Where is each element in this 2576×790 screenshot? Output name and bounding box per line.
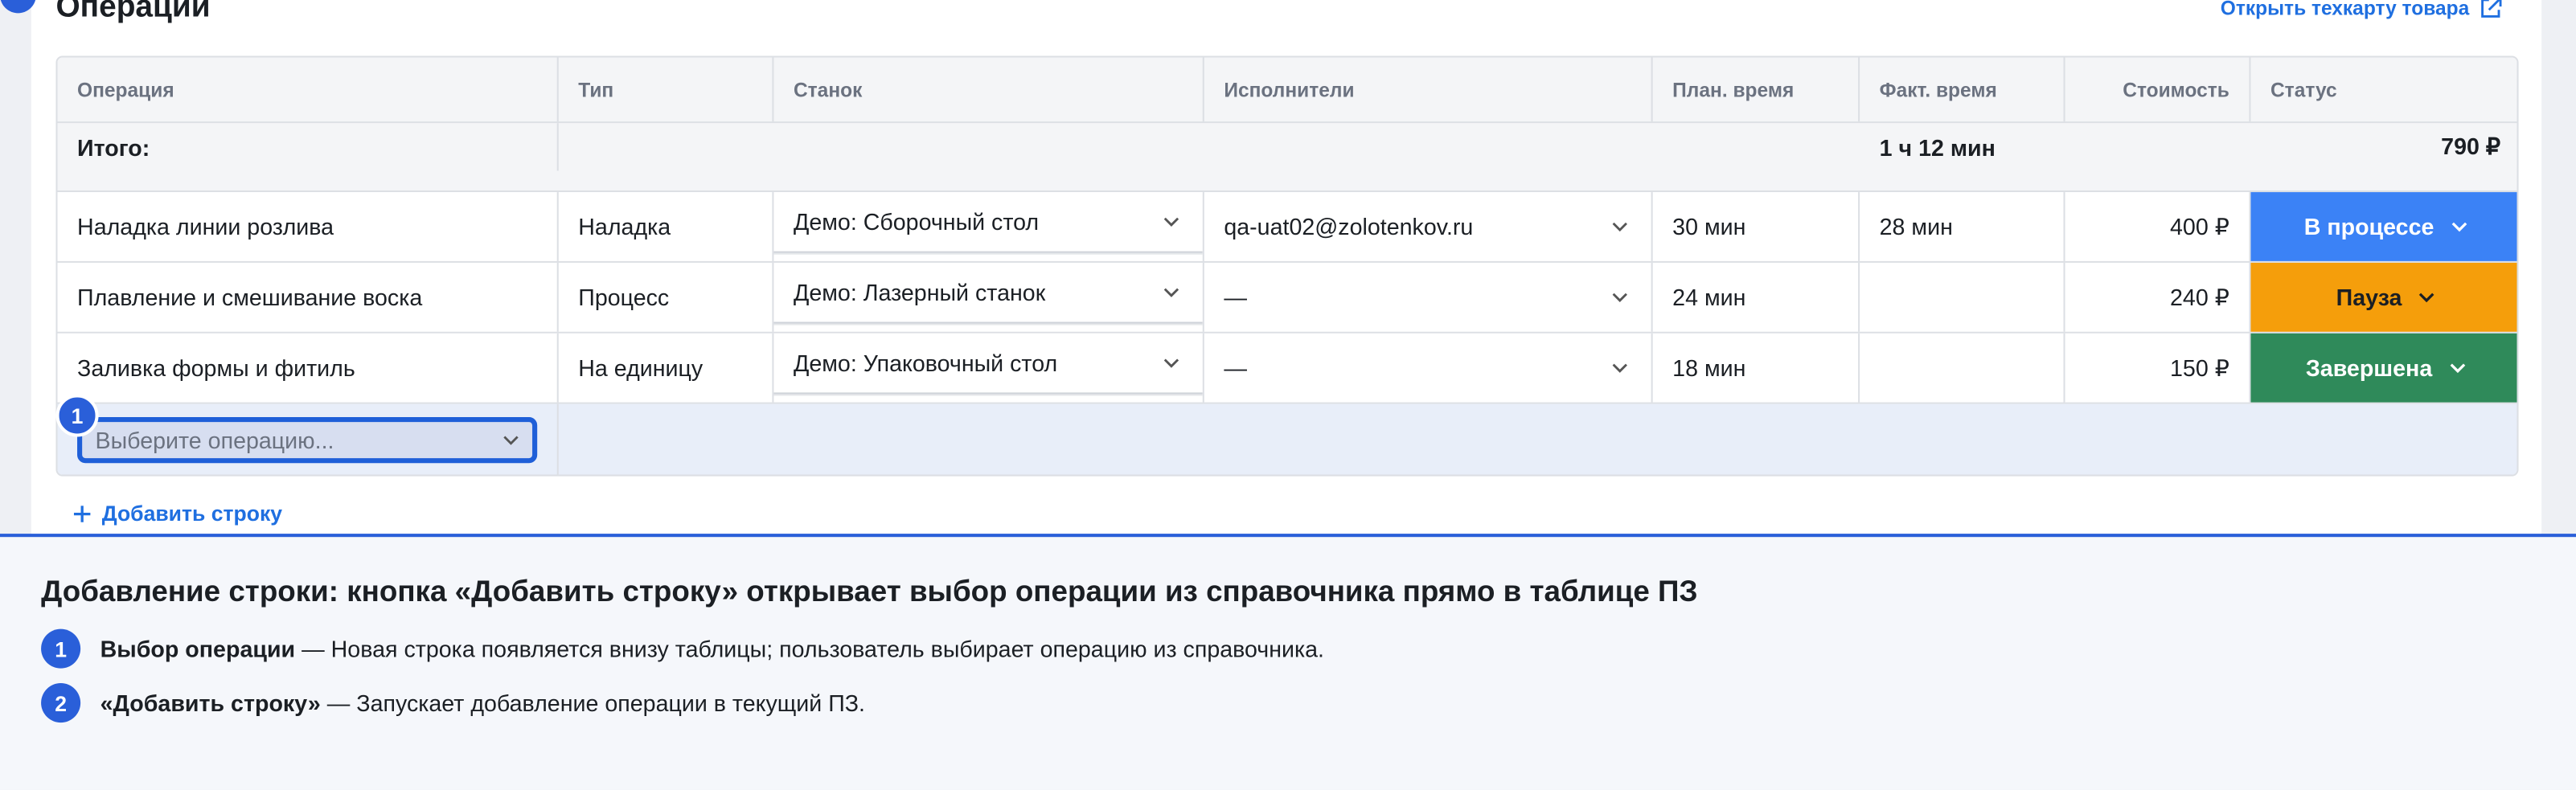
total-label: Итого: [58, 123, 559, 171]
chevron-down-icon [2449, 363, 2465, 374]
section-title: Операции [55, 0, 211, 25]
annotation-item-desc: — Запускает добавление операции в текущи… [326, 690, 866, 716]
chevron-down-icon [2451, 222, 2467, 232]
executor-value: — [1224, 354, 1247, 382]
chevron-down-icon [503, 436, 519, 445]
add-row-button[interactable]: Добавить строку [72, 501, 282, 526]
cell-cost: 400 ₽ [2065, 192, 2251, 261]
status-dropdown[interactable]: В процессе [2250, 192, 2517, 261]
col-cost: Стоимость [2065, 57, 2251, 122]
machine-value: Демо: Лазерный станок [793, 278, 1046, 305]
annotation-badge: 2 [41, 683, 81, 723]
col-fact-time: Факт. время [1860, 57, 2065, 122]
techcard-link-label: Открыть техкарту товара [2220, 0, 2470, 20]
status-dropdown[interactable]: Завершена [2250, 333, 2517, 403]
annotation-panel: Добавление строки: кнопка «Добавить стро… [0, 534, 2576, 790]
cell-type: На единицу [559, 333, 774, 403]
cell-operation: Наладка линии розлива [58, 192, 559, 261]
executor-value: qa-uat02@zolotenkov.ru [1224, 213, 1474, 240]
operations-table: Операция Тип Станок Исполнители План. вр… [55, 55, 2519, 477]
chevron-down-icon [1612, 363, 1627, 373]
chevron-down-icon [1612, 222, 1627, 232]
external-link-icon [2481, 0, 2502, 18]
machine-value: Демо: Упаковочный стол [793, 349, 1058, 375]
total-cost: 790 ₽ [2441, 133, 2501, 160]
executor-value: — [1224, 284, 1247, 311]
status-label: Пауза [2336, 284, 2402, 311]
annotation-text: «Добавить строку» — Запускает добавление… [100, 690, 865, 716]
col-executors: Исполнители [1204, 57, 1653, 122]
total-row: Итого: 1 ч 12 мин 790 ₽ [57, 123, 2517, 193]
cell-type: Наладка [559, 192, 774, 261]
total-fact [2065, 123, 2251, 170]
annotation-item-title: Выбор операции [100, 635, 296, 662]
status-label: Завершена [2305, 354, 2433, 382]
status-dropdown[interactable]: Пауза [2250, 262, 2517, 332]
table-row: Заливка формы и фитиль На единицу Демо: … [57, 333, 2517, 404]
col-status: Статус [2270, 78, 2337, 101]
col-plan-time: План. время [1653, 57, 1860, 122]
annotation-text: Выбор операции — Новая строка появляется… [100, 636, 1324, 662]
table-row: Наладка линии розлива Наладка Демо: Сбор… [57, 192, 2517, 263]
annotation-title: Добавление строки: кнопка «Добавить стро… [41, 575, 1698, 608]
executor-select[interactable]: — [1204, 333, 1653, 403]
table-row: Плавление и смешивание воска Процесс Дем… [57, 262, 2517, 334]
col-type: Тип [559, 57, 774, 122]
annotation-item-desc: — Новая строка появляется внизу таблицы;… [301, 635, 1325, 662]
cell-operation: Плавление и смешивание воска [58, 262, 559, 332]
machine-value: Демо: Сборочный стол [793, 207, 1040, 235]
cell-fact [1860, 333, 2065, 403]
chevron-down-icon [1612, 293, 1627, 302]
total-plan: 1 ч 12 мин [1879, 133, 1996, 161]
cell-plan: 18 мин [1653, 333, 1860, 403]
cell-plan: 30 мин [1653, 192, 1860, 261]
annotation-item: 1 Выбор операции — Новая строка появляет… [41, 628, 1324, 669]
new-operation-cell: Выберите операцию... [58, 403, 559, 475]
callout-badge-1: 1 [55, 394, 99, 437]
annotation-item: 2 «Добавить строку» — Запускает добавлен… [41, 683, 865, 723]
operation-picker-placeholder: Выберите операцию... [95, 427, 334, 453]
cell-plan: 24 мин [1653, 262, 1860, 332]
machine-select[interactable]: Демо: Сборочный стол [773, 192, 1204, 261]
annotation-badge: 1 [41, 628, 81, 669]
col-operation: Операция [58, 57, 559, 122]
cell-type: Процесс [559, 262, 774, 332]
new-row-spacer [559, 404, 2517, 475]
stage: Операции Открыть техкарту товара Операци… [0, 0, 2576, 790]
plus-icon [73, 505, 91, 522]
chevron-down-icon [1163, 358, 1179, 367]
machine-select[interactable]: Демо: Лазерный станок [773, 262, 1204, 332]
operation-picker[interactable]: Выберите операцию... [77, 417, 538, 464]
chevron-down-icon [1163, 216, 1179, 226]
executor-select[interactable]: — [1204, 262, 1653, 332]
status-label: В процессе [2303, 213, 2434, 240]
total-spacer [559, 123, 1860, 170]
cell-fact: 28 мин [1860, 192, 2065, 261]
new-operation-row: Выберите операцию... [57, 403, 2517, 475]
machine-select[interactable]: Демо: Упаковочный стол [773, 333, 1204, 403]
cell-fact [1860, 262, 2065, 332]
table-header: Операция Тип Станок Исполнители План. вр… [57, 57, 2517, 124]
techcard-link[interactable]: Открыть техкарту товара [2221, 0, 2502, 20]
cell-cost: 240 ₽ [2065, 262, 2251, 332]
annotation-item-title: «Добавить строку» [100, 690, 321, 716]
cell-operation: Заливка формы и фитиль [58, 333, 559, 403]
total-status [58, 171, 559, 191]
chevron-down-icon [1163, 287, 1179, 297]
col-machine: Станок [773, 57, 1204, 122]
chevron-down-icon [2418, 293, 2434, 303]
add-row-label: Добавить строку [101, 501, 283, 526]
executor-select[interactable]: qa-uat02@zolotenkov.ru [1204, 192, 1653, 261]
cell-cost: 150 ₽ [2065, 333, 2251, 403]
